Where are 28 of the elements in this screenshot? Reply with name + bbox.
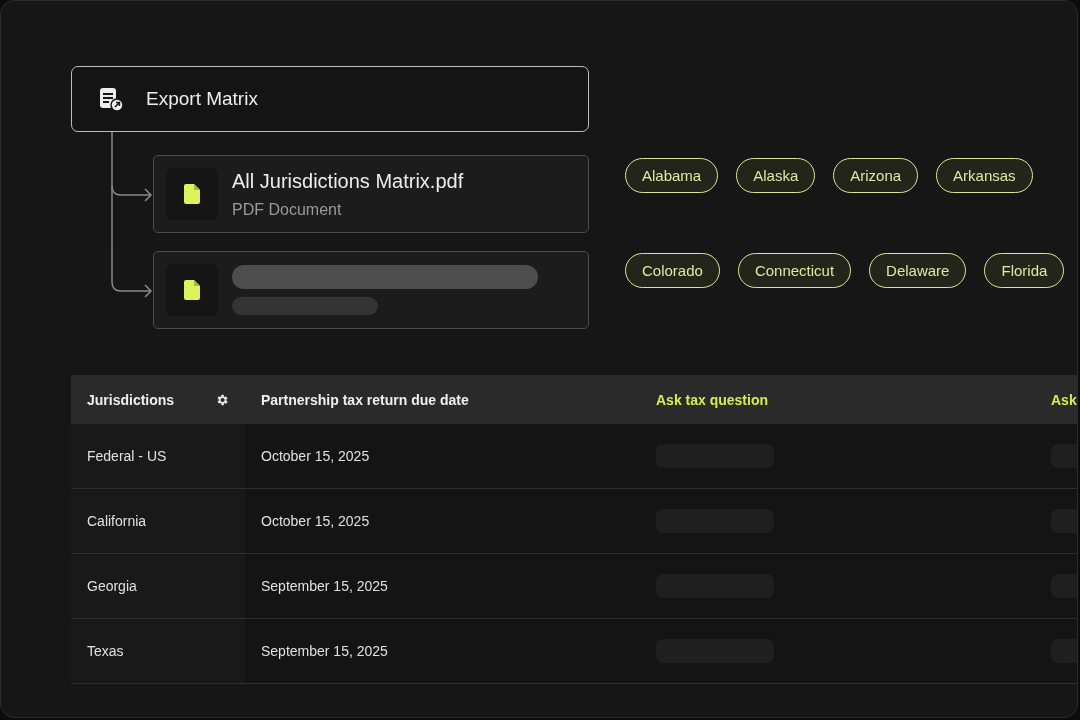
file-type: PDF Document bbox=[232, 200, 343, 219]
table-cell: Texas bbox=[87, 643, 124, 659]
settings-icon[interactable] bbox=[215, 392, 229, 407]
table-cell: September 15, 2025 bbox=[261, 643, 388, 659]
file-icon bbox=[184, 280, 200, 300]
state-chip[interactable]: Arkansas bbox=[936, 158, 1033, 193]
table-cell: October 15, 2025 bbox=[261, 513, 370, 529]
column-header: Partnership tax return due date bbox=[261, 391, 469, 408]
table-cell: Georgia bbox=[87, 578, 137, 594]
document-export-icon bbox=[98, 86, 124, 112]
table-cell: Federal - US bbox=[87, 448, 167, 464]
table-cell: California bbox=[87, 513, 147, 529]
state-chip[interactable]: Alabama bbox=[625, 158, 719, 193]
file-icon bbox=[184, 184, 200, 204]
export-matrix-button[interactable]: Export Matrix bbox=[71, 66, 589, 132]
file-card[interactable]: All Jurisdictions Matrix.pdf PDF Document bbox=[153, 155, 589, 233]
table-cell: September 15, 2025 bbox=[261, 578, 388, 594]
column-header[interactable]: Ask bbox=[1051, 391, 1077, 408]
table-cell: October 15, 2025 bbox=[261, 448, 370, 464]
state-chip[interactable]: Alaska bbox=[736, 158, 816, 193]
state-chip[interactable]: Arizona bbox=[833, 158, 919, 193]
state-chip[interactable]: Florida bbox=[984, 253, 1065, 288]
state-chip[interactable]: Delaware bbox=[869, 253, 967, 288]
state-chip[interactable]: Connecticut bbox=[737, 253, 852, 288]
column-header[interactable]: Ask tax question bbox=[656, 391, 769, 408]
file-name: All Jurisdictions Matrix.pdf bbox=[232, 169, 465, 193]
column-header: Jurisdictions bbox=[87, 391, 175, 408]
state-chip[interactable]: Colorado bbox=[625, 253, 720, 288]
